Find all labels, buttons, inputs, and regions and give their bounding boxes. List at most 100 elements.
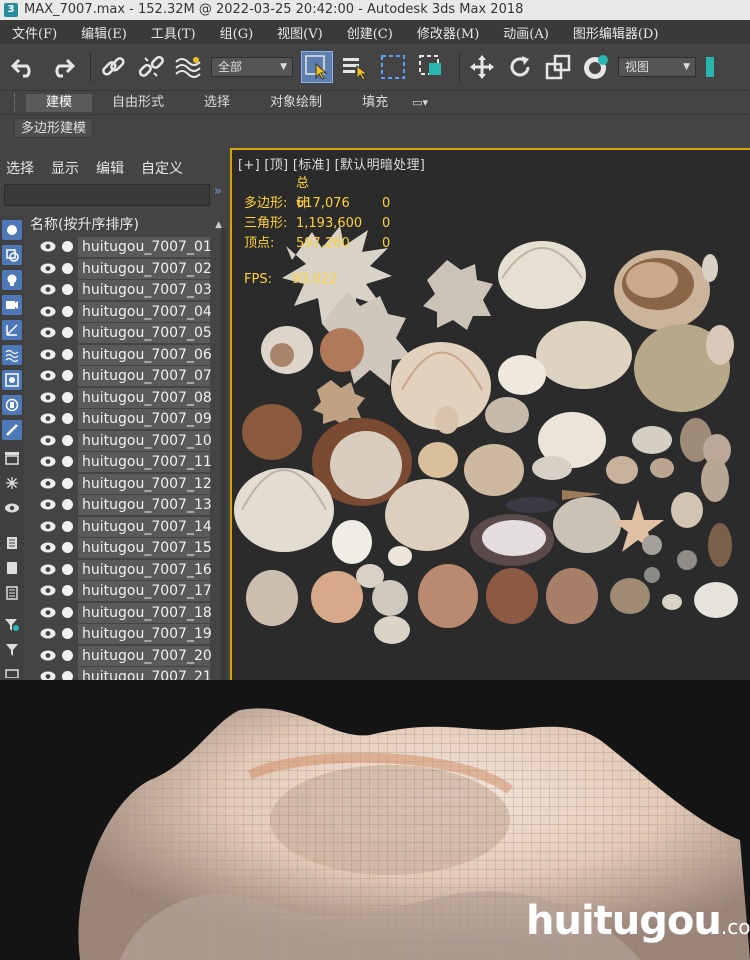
unlink-icon[interactable] xyxy=(135,51,167,83)
object-name[interactable]: huitugou_7007_19 xyxy=(78,624,212,644)
visibility-eye-icon[interactable] xyxy=(40,392,56,403)
visibility-eye-icon[interactable] xyxy=(40,349,56,360)
object-row[interactable]: huitugou_7007_18 xyxy=(26,602,228,624)
freeze-toggle-icon[interactable] xyxy=(62,305,73,317)
explorer-menu-select[interactable]: 选择 xyxy=(6,158,34,178)
object-name[interactable]: huitugou_7007_20 xyxy=(78,645,212,666)
link-icon[interactable] xyxy=(97,51,129,83)
freeze-toggle-icon[interactable] xyxy=(62,628,73,639)
tab-populate[interactable]: 填充 xyxy=(342,94,408,112)
object-row[interactable]: huitugou_7007_09 xyxy=(26,408,228,430)
object-name[interactable]: huitugou_7007_04 xyxy=(78,301,212,322)
groups-filter-icon[interactable] xyxy=(2,370,22,390)
tab-freeform[interactable]: 自由形式 xyxy=(92,94,184,112)
ribbon-grip[interactable] xyxy=(14,93,18,112)
object-row[interactable]: huitugou_7007_13 xyxy=(26,494,228,516)
xrefs-filter-icon[interactable] xyxy=(2,395,22,415)
freeze-toggle-icon[interactable] xyxy=(62,606,73,618)
visibility-eye-icon[interactable] xyxy=(40,263,56,274)
freeze-toggle-icon[interactable] xyxy=(62,477,73,489)
visibility-eye-icon[interactable] xyxy=(40,542,56,553)
object-name[interactable]: huitugou_7007_14 xyxy=(78,516,212,537)
ribbon-options-icon[interactable]: ▭▾ xyxy=(412,96,428,109)
object-row[interactable]: huitugou_7007_02 xyxy=(26,258,228,280)
freeze-toggle-icon[interactable] xyxy=(62,327,73,338)
tab-modeling[interactable]: 建模 xyxy=(26,93,93,112)
freeze-toggle-icon[interactable] xyxy=(62,413,73,424)
object-row[interactable]: huitugou_7007_10 xyxy=(26,430,228,452)
object-row[interactable]: huitugou_7007_04 xyxy=(26,301,228,323)
freeze-toggle-icon[interactable] xyxy=(62,434,73,446)
object-name[interactable]: huitugou_7007_05 xyxy=(78,323,212,343)
visibility-eye-icon[interactable] xyxy=(40,585,56,596)
object-row[interactable]: huitugou_7007_05 xyxy=(26,322,228,344)
visibility-eye-icon[interactable] xyxy=(40,241,56,252)
select-object-icon[interactable] xyxy=(301,51,333,83)
object-name[interactable]: huitugou_7007_02 xyxy=(78,258,212,279)
object-name[interactable]: huitugou_7007_07 xyxy=(78,366,212,386)
object-name[interactable]: huitugou_7007_10 xyxy=(78,430,212,451)
freeze-toggle-icon[interactable] xyxy=(62,520,73,532)
object-name[interactable]: huitugou_7007_06 xyxy=(78,344,212,365)
freeze-toggle-icon[interactable] xyxy=(62,563,73,575)
display-invert-icon[interactable] xyxy=(2,583,22,603)
visibility-eye-icon[interactable] xyxy=(40,456,56,467)
visibility-eye-icon[interactable] xyxy=(40,671,56,680)
visibility-eye-icon[interactable] xyxy=(40,564,56,575)
object-row[interactable]: huitugou_7007_15 xyxy=(26,537,228,559)
tab-selection[interactable]: 选择 xyxy=(184,94,250,112)
lights-filter-icon[interactable] xyxy=(2,270,22,290)
object-name[interactable]: huitugou_7007_15 xyxy=(78,538,212,558)
space-warps-filter-icon[interactable] xyxy=(2,345,22,365)
visibility-eye-icon[interactable] xyxy=(40,327,56,338)
menu-tools[interactable]: 工具(T) xyxy=(139,23,208,42)
object-row[interactable]: huitugou_7007_14 xyxy=(26,516,228,538)
cameras-filter-icon[interactable] xyxy=(2,295,22,315)
object-row[interactable]: huitugou_7007_20 xyxy=(26,645,228,667)
explorer-menu-display[interactable]: 显示 xyxy=(51,158,79,178)
menu-views[interactable]: 视图(V) xyxy=(265,23,335,42)
object-name[interactable]: huitugou_7007_18 xyxy=(78,602,212,623)
object-row[interactable]: huitugou_7007_01 xyxy=(26,236,228,258)
object-name[interactable]: huitugou_7007_12 xyxy=(78,473,212,494)
object-row[interactable]: huitugou_7007_16 xyxy=(26,559,228,581)
object-name[interactable]: huitugou_7007_13 xyxy=(78,495,212,515)
explorer-search-input[interactable] xyxy=(4,184,210,206)
helpers-filter-icon[interactable] xyxy=(2,320,22,340)
object-row[interactable]: huitugou_7007_06 xyxy=(26,344,228,366)
visibility-eye-icon[interactable] xyxy=(40,435,56,446)
object-name[interactable]: huitugou_7007_03 xyxy=(78,280,212,300)
visibility-eye-icon[interactable] xyxy=(40,478,56,489)
reference-coord-dropdown[interactable]: 视图 ▼ xyxy=(618,57,696,77)
object-name[interactable]: huitugou_7007_01 xyxy=(78,237,212,257)
object-name[interactable]: huitugou_7007_11 xyxy=(78,452,212,472)
pivot-center-icon[interactable] xyxy=(702,51,716,83)
object-row[interactable]: huitugou_7007_07 xyxy=(26,365,228,387)
rotate-icon[interactable] xyxy=(504,51,536,83)
menu-edit[interactable]: 编辑(E) xyxy=(69,23,139,42)
name-column-header[interactable]: 名称(按升序排序) ▲ xyxy=(26,215,228,235)
freeze-toggle-icon[interactable] xyxy=(62,241,73,252)
menu-modifiers[interactable]: 修改器(M) xyxy=(405,23,491,42)
filter-settings-icon[interactable] xyxy=(2,615,22,635)
display-none-icon[interactable] xyxy=(2,558,22,578)
selection-filter-dropdown[interactable]: 全部 ▼ xyxy=(211,57,293,77)
visibility-eye-icon[interactable] xyxy=(40,628,56,639)
object-row[interactable]: huitugou_7007_19 xyxy=(26,623,228,645)
freeze-toggle-icon[interactable] xyxy=(62,499,73,510)
scale-icon[interactable] xyxy=(542,51,574,83)
top-viewport[interactable]: [+] [顶] [标准] [默认明暗处理] 总计 多边形: 617,076 0 三角… xyxy=(230,148,750,680)
polygon-modeling-button[interactable]: 多边形建模 xyxy=(14,118,94,138)
visibility-eye-icon[interactable] xyxy=(40,521,56,532)
freeze-toggle-icon[interactable] xyxy=(62,391,73,403)
hidden-filter-icon[interactable] xyxy=(2,498,22,518)
freeze-toggle-icon[interactable] xyxy=(62,456,73,467)
visibility-eye-icon[interactable] xyxy=(40,607,56,618)
redo-icon[interactable] xyxy=(46,51,78,83)
object-row[interactable]: huitugou_7007_21 xyxy=(26,666,228,680)
object-row[interactable]: huitugou_7007_17 xyxy=(26,580,228,602)
bones-filter-icon[interactable] xyxy=(2,420,22,440)
move-icon[interactable] xyxy=(466,51,498,83)
object-row[interactable]: huitugou_7007_11 xyxy=(26,451,228,473)
undo-icon[interactable] xyxy=(8,51,40,83)
